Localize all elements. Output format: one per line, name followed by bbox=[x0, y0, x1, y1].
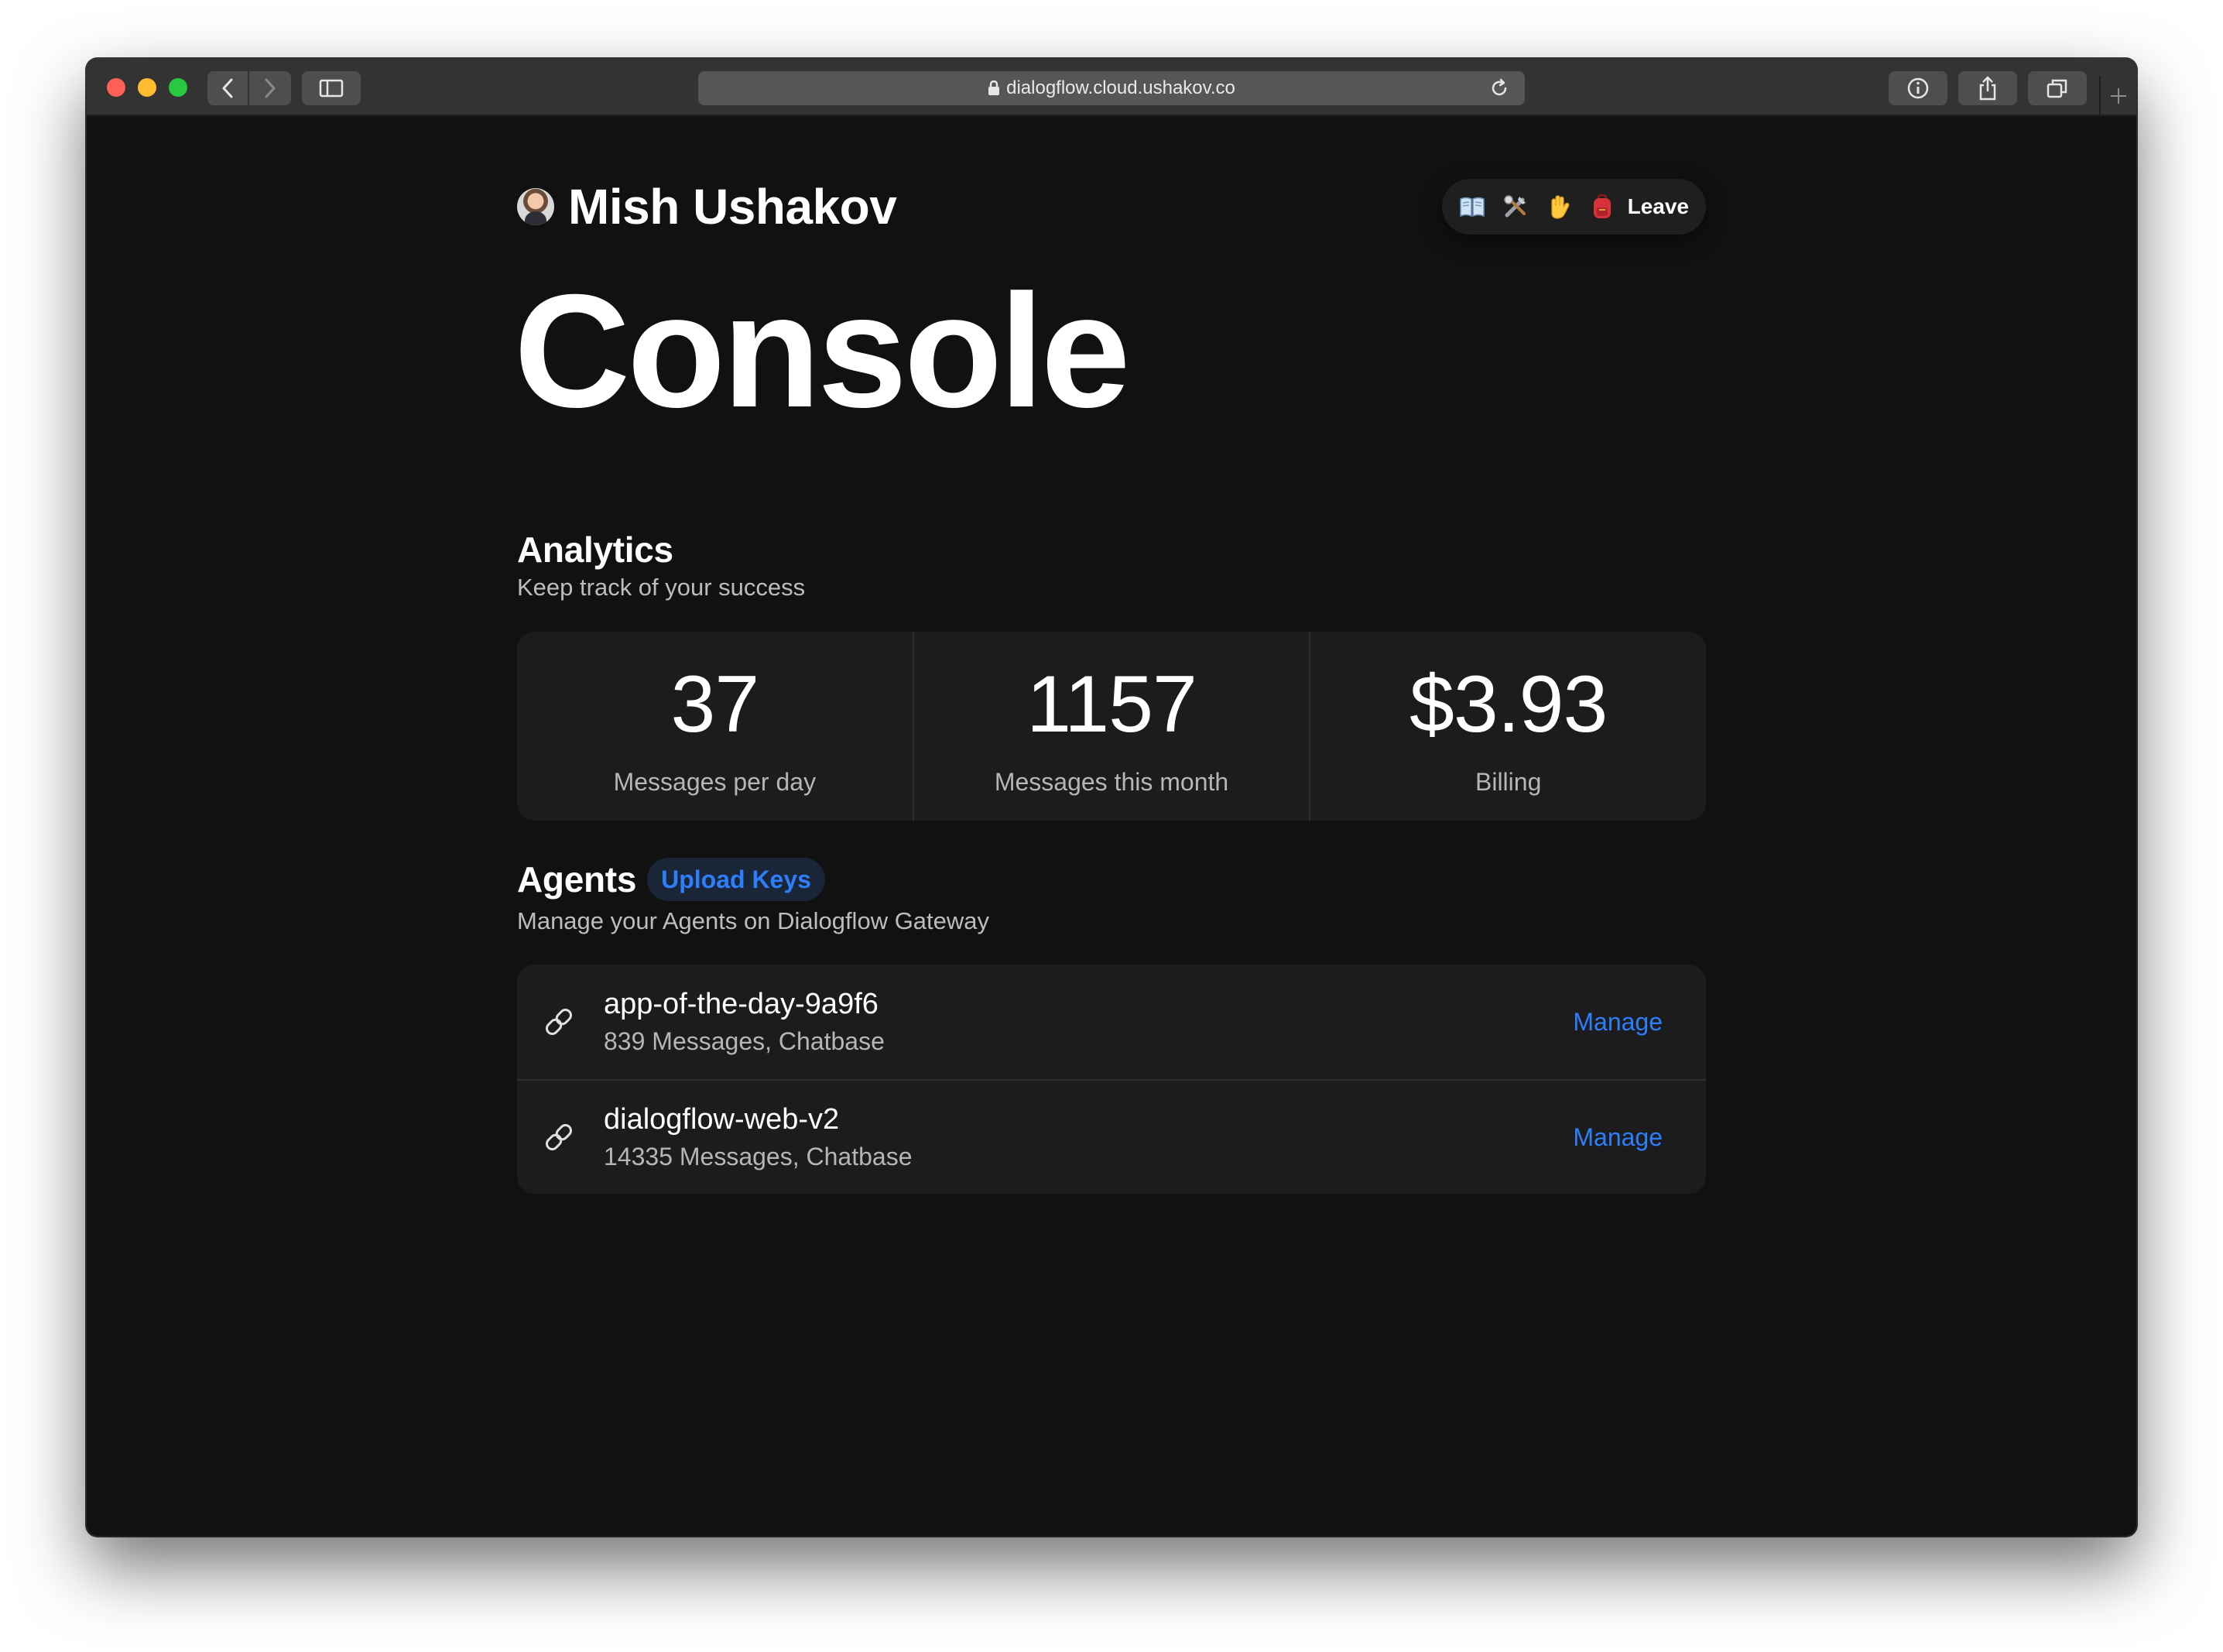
agents-subtitle: Manage your Agents on Dialogflow Gateway bbox=[517, 907, 990, 934]
tabs-icon bbox=[2047, 79, 2067, 98]
stat-value: 37 bbox=[670, 660, 759, 749]
agent-meta: 839 Messages, Chatbase bbox=[604, 1027, 885, 1055]
agent-info: app-of-the-day-9a9f6 839 Messages, Chatb… bbox=[604, 988, 885, 1056]
info-icon bbox=[1907, 77, 1929, 99]
reader-info-button[interactable] bbox=[1889, 71, 1947, 105]
brand-name: Mish Ushakov bbox=[568, 179, 897, 235]
back-button[interactable] bbox=[207, 71, 249, 105]
forward-button[interactable] bbox=[249, 71, 291, 105]
chevron-right-icon bbox=[265, 78, 276, 98]
agent-name: dialogflow-web-v2 bbox=[604, 1103, 840, 1136]
reload-icon[interactable] bbox=[1489, 78, 1509, 104]
book-icon[interactable] bbox=[1459, 194, 1485, 220]
agents-title: Agents bbox=[517, 859, 637, 900]
tools-icon[interactable] bbox=[1502, 194, 1529, 220]
analytics-title: Analytics bbox=[517, 530, 673, 570]
minimize-window-button[interactable] bbox=[138, 78, 156, 97]
upload-keys-button[interactable]: Upload Keys bbox=[647, 858, 825, 901]
stat-label: Billing bbox=[1475, 768, 1542, 796]
stat-messages-this-month: 1157 Messages this month bbox=[914, 632, 1311, 821]
stat-label: Messages this month bbox=[994, 768, 1229, 796]
agent-meta: 14335 Messages, Chatbase bbox=[604, 1143, 913, 1170]
share-icon bbox=[1979, 76, 1996, 101]
waving-hand-icon[interactable] bbox=[1546, 194, 1572, 220]
manage-link[interactable]: Manage bbox=[1573, 1123, 1663, 1152]
share-button[interactable] bbox=[1958, 71, 2017, 105]
new-tab-button[interactable] bbox=[2099, 76, 2136, 116]
plus-icon bbox=[2111, 88, 2126, 104]
analytics-card: 37 Messages per day 1157 Messages this m… bbox=[517, 632, 1706, 821]
sidebar-icon bbox=[319, 79, 344, 98]
lock-icon bbox=[988, 81, 1000, 96]
analytics-subtitle: Keep track of your success bbox=[517, 574, 806, 601]
link-icon bbox=[540, 1003, 577, 1040]
stat-messages-per-day: 37 Messages per day bbox=[517, 632, 914, 821]
stat-label: Messages per day bbox=[613, 768, 817, 796]
browser-window: dialogflow.cloud.ushakov.co Mish Ushakov bbox=[87, 59, 2136, 1536]
brand[interactable]: Mish Ushakov bbox=[517, 178, 897, 235]
chevron-left-icon bbox=[222, 78, 233, 98]
history-nav bbox=[207, 71, 291, 105]
nav-menu: Leave bbox=[1441, 179, 1706, 235]
list-item: app-of-the-day-9a9f6 839 Messages, Chatb… bbox=[517, 965, 1706, 1079]
avatar bbox=[517, 188, 554, 225]
agents-list: app-of-the-day-9a9f6 839 Messages, Chatb… bbox=[517, 965, 1706, 1194]
tab-overview-button[interactable] bbox=[2028, 71, 2087, 105]
url-text: dialogflow.cloud.ushakov.co bbox=[1006, 77, 1235, 98]
agents-header: Agents Upload Keys bbox=[517, 858, 825, 901]
page-content: Mish Ushakov Leave Console Analytics Kee… bbox=[87, 116, 2136, 1536]
page-title: Console bbox=[514, 262, 1131, 441]
stat-billing: $3.93 Billing bbox=[1310, 632, 1706, 821]
site-header: Mish Ushakov Leave bbox=[517, 172, 1706, 242]
zoom-window-button[interactable] bbox=[169, 78, 187, 97]
agent-name: app-of-the-day-9a9f6 bbox=[604, 988, 879, 1020]
address-bar[interactable]: dialogflow.cloud.ushakov.co bbox=[698, 71, 1525, 105]
manage-link[interactable]: Manage bbox=[1573, 1008, 1663, 1037]
stat-value: 1157 bbox=[1026, 660, 1197, 749]
close-window-button[interactable] bbox=[107, 78, 125, 97]
stat-value: $3.93 bbox=[1409, 660, 1608, 749]
leave-button[interactable]: Leave bbox=[1628, 194, 1689, 219]
list-item: dialogflow-web-v2 14335 Messages, Chatba… bbox=[517, 1079, 1706, 1194]
link-icon bbox=[540, 1119, 577, 1156]
backpack-icon[interactable] bbox=[1589, 194, 1615, 220]
agent-info: dialogflow-web-v2 14335 Messages, Chatba… bbox=[604, 1103, 912, 1171]
browser-toolbar: dialogflow.cloud.ushakov.co bbox=[87, 59, 2136, 116]
sidebar-toggle-button[interactable] bbox=[302, 71, 361, 105]
